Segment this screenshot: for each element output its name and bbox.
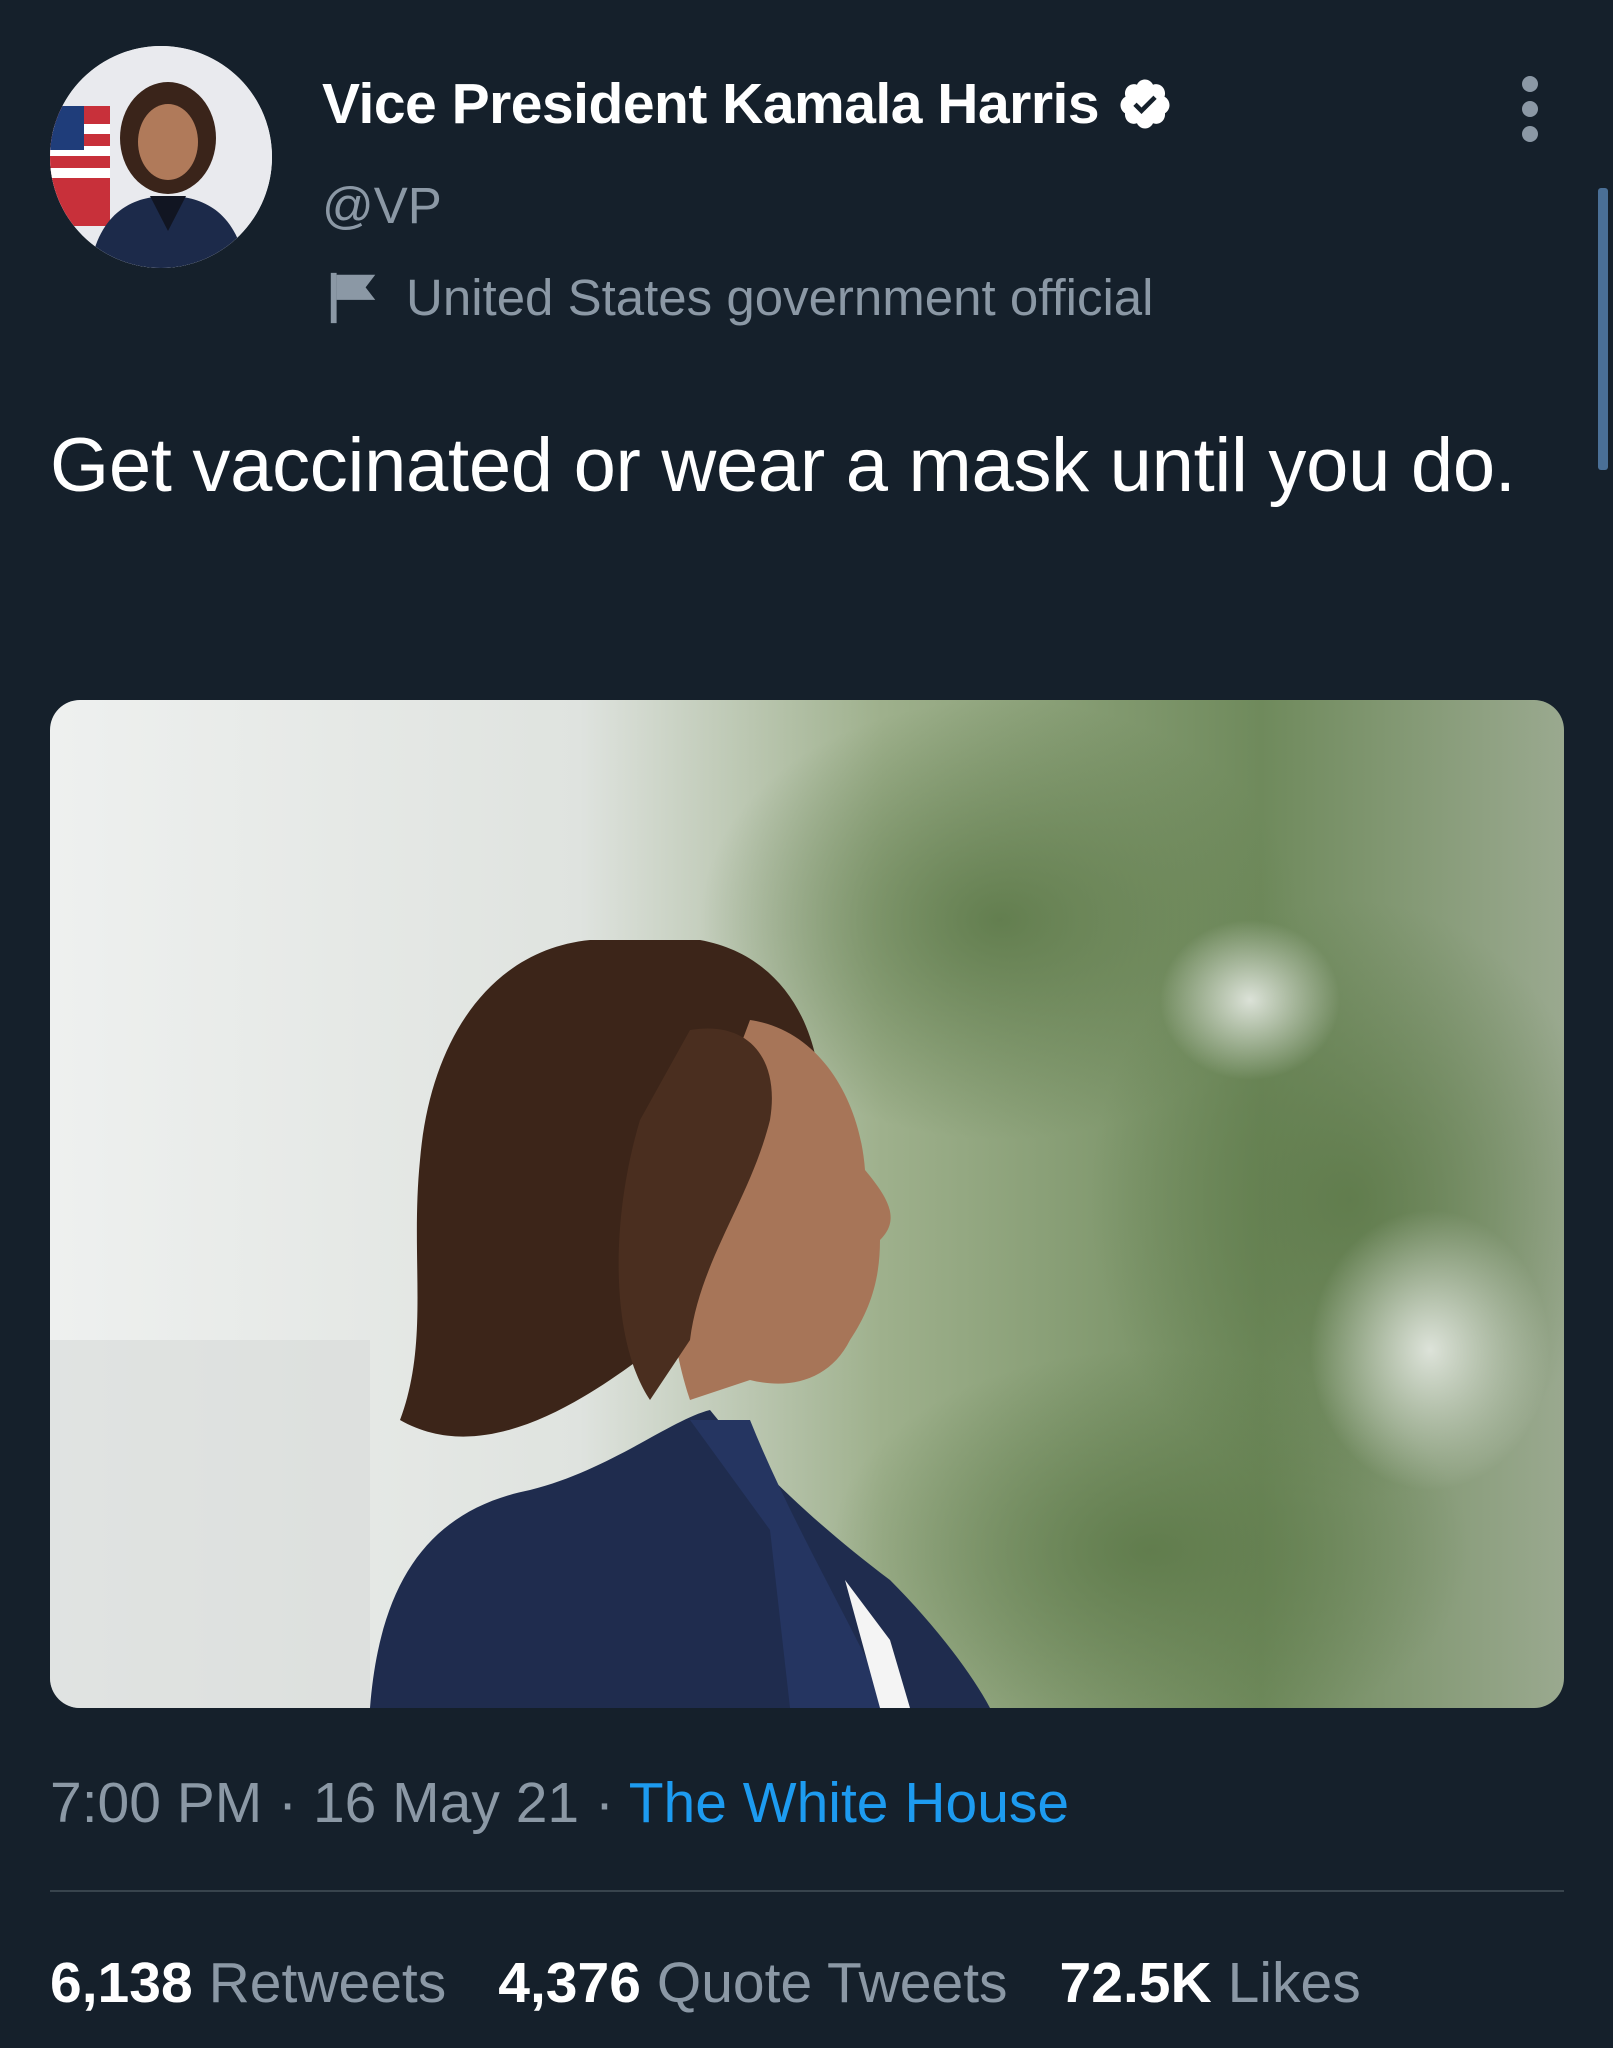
likes-label: Likes (1227, 1951, 1361, 2015)
tweet-meta: 7:00 PM · 16 May 21 · The White House (50, 1770, 1069, 1836)
tweet-stats: 6,138 Retweets 4,376 Quote Tweets 72.5K Lik… (50, 1950, 1413, 2016)
meta-separator: · (262, 1771, 313, 1835)
photo-image (50, 700, 1564, 1708)
retweets-label: Retweets (208, 1951, 447, 2015)
quote-tweets-stat[interactable]: 4,376 Quote Tweets (498, 1950, 1007, 2016)
likes-stat[interactable]: 72.5K Likes (1060, 1950, 1361, 2016)
meta-separator: · (579, 1771, 629, 1835)
tweet-text: Get vaccinated or wear a mask until you … (50, 423, 1516, 508)
tweet-source-link[interactable]: The White House (629, 1771, 1069, 1835)
account-label-text: United States government official (406, 269, 1154, 326)
author-name-row: Vice President Kamala Harris (322, 72, 1173, 136)
quote-tweets-count: 4,376 (498, 1951, 641, 2015)
author-handle[interactable]: @VP (322, 176, 442, 235)
flag-icon (324, 269, 384, 327)
likes-count: 72.5K (1059, 1951, 1212, 2015)
verified-badge-icon (1117, 76, 1173, 132)
more-options-button[interactable] (1500, 74, 1560, 144)
author-display-name[interactable]: Vice President Kamala Harris (322, 71, 1100, 137)
tweet-time[interactable]: 7:00 PM (50, 1771, 262, 1835)
retweets-count: 6,138 (50, 1951, 193, 2015)
retweets-stat[interactable]: 6,138 Retweets (50, 1950, 446, 2016)
quote-tweets-label: Quote Tweets (656, 1951, 1008, 2015)
tweet-photo[interactable] (50, 700, 1564, 1708)
divider (50, 1890, 1564, 1892)
scrollbar-thumb[interactable] (1598, 188, 1608, 470)
avatar-image (50, 46, 272, 268)
profile-avatar[interactable] (50, 46, 272, 268)
tweet-date[interactable]: 16 May 21 (313, 1771, 579, 1835)
more-vertical-icon (1522, 76, 1538, 142)
account-label-row[interactable]: United States government official (324, 268, 1153, 327)
